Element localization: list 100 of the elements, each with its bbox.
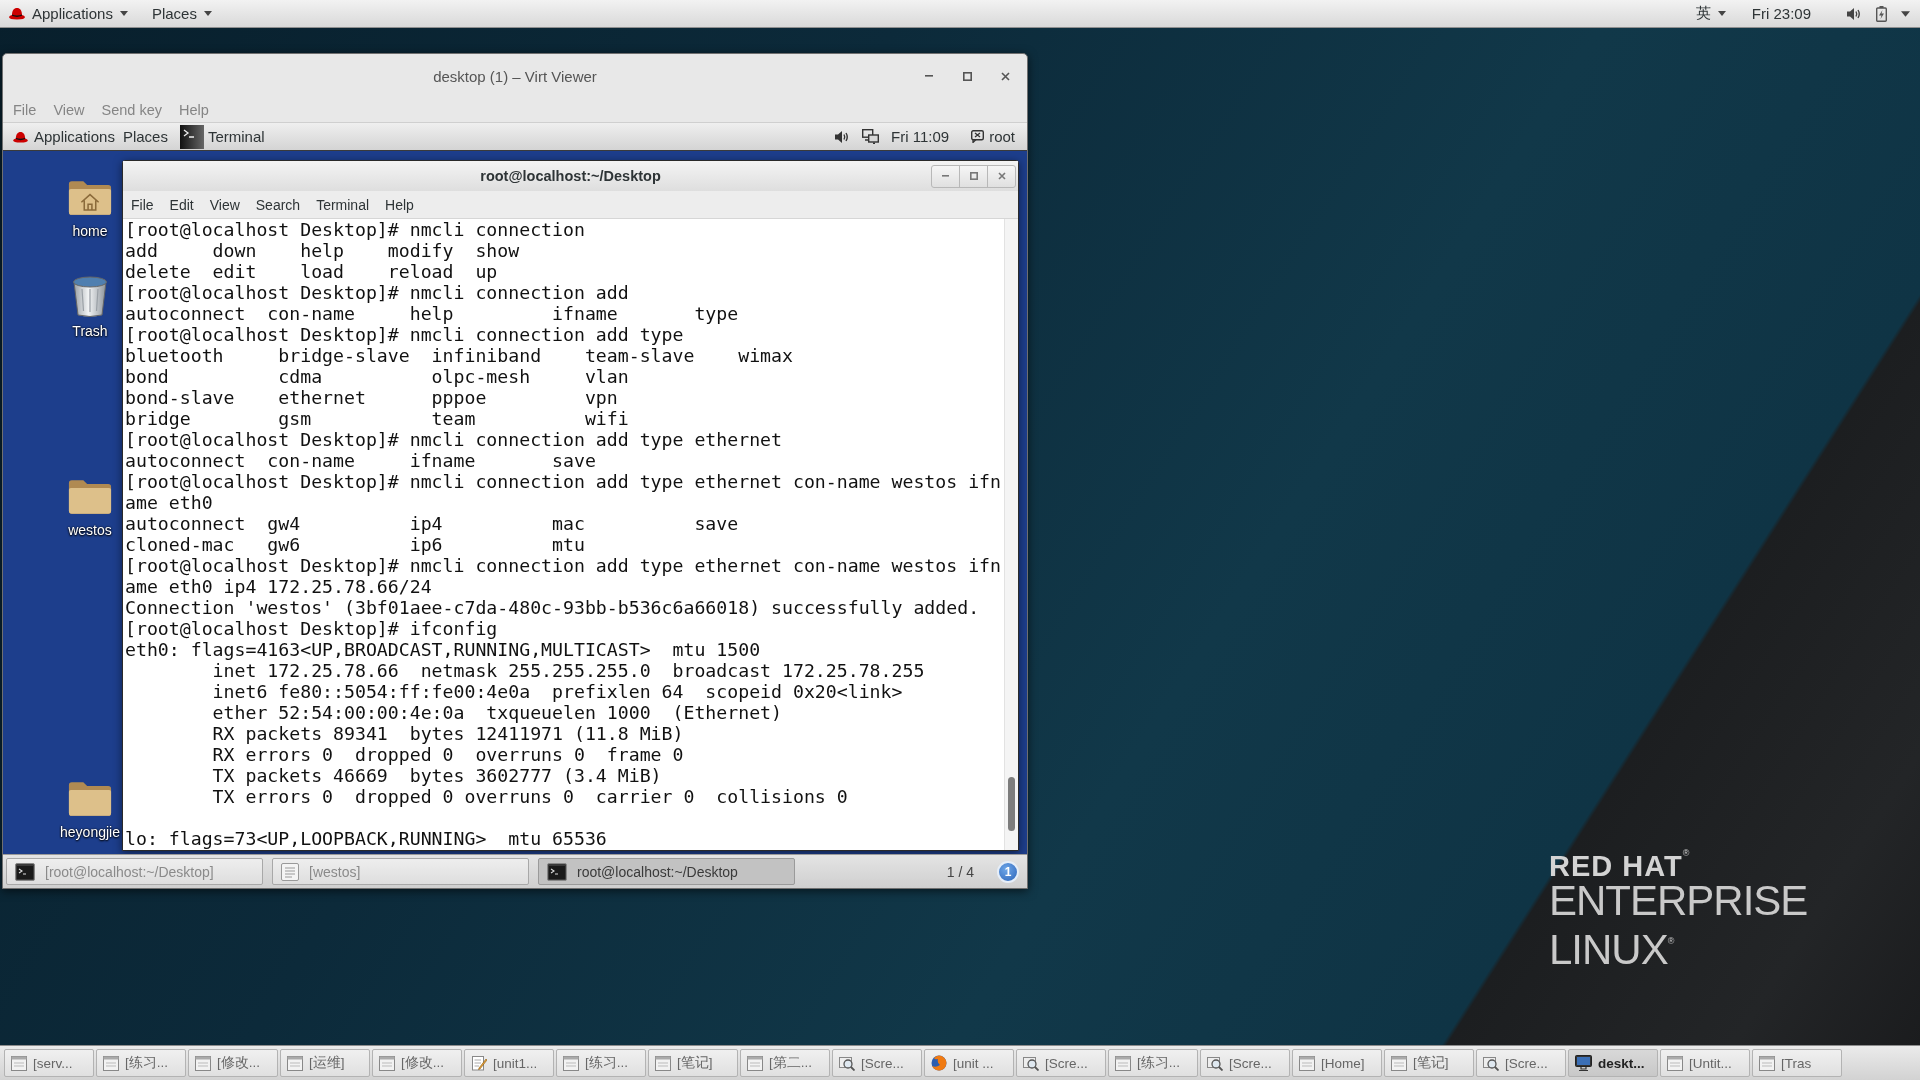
desktop-icon-label[interactable]: heyongjie	[59, 824, 121, 840]
taskbar-button[interactable]: [第二...	[740, 1049, 830, 1077]
user-menu[interactable]: root	[967, 123, 1019, 150]
window-icon	[379, 1055, 395, 1071]
magnifier-icon	[1023, 1055, 1039, 1071]
terminal-line: bluetooth bridge-slave infiniband team-slave wimax	[125, 345, 793, 366]
window-list-button[interactable]: root@localhost:~/Desktop	[538, 858, 795, 885]
places-menu[interactable]: Places	[147, 0, 216, 27]
document-icon	[281, 862, 299, 881]
hat-icon	[9, 7, 25, 20]
taskbar-button[interactable]: [练习...	[556, 1049, 646, 1077]
taskbar-button[interactable]: [Scre...	[1200, 1049, 1290, 1077]
desktop-icon-label[interactable]: westos	[67, 522, 113, 538]
taskbar-button[interactable]: [笔记]	[1384, 1049, 1474, 1077]
maximize-icon	[962, 71, 972, 81]
folder-icon[interactable]	[67, 477, 113, 516]
terminal-line: ether 52:54:00:00:4e:0a txqueuelen 1000 (Ethernet)	[211, 702, 782, 723]
desktop-icon-label[interactable]: Trash	[71, 323, 109, 339]
wordmark-text: ENTERPRISE	[1549, 881, 1808, 921]
terminal-line: [root@localhost Desktop]# nmcli connection add	[125, 282, 629, 303]
terminal-line: TX errors 0 dropped 0 overruns 0 carrier 0 collisions 0	[211, 786, 848, 807]
taskbar-button[interactable]: [Scre...	[832, 1049, 922, 1077]
taskbar-button[interactable]: [练习...	[1108, 1049, 1198, 1077]
desktop-icon-label[interactable]: home	[71, 223, 109, 239]
places-menu[interactable]: Places	[118, 123, 172, 150]
menu-item[interactable]: View	[52, 102, 86, 118]
caret-icon	[1717, 11, 1726, 16]
menu-item[interactable]: File	[131, 196, 154, 213]
menu-item[interactable]: Send key	[100, 102, 163, 118]
home-folder-icon[interactable]	[67, 178, 113, 217]
terminal-line: ame eth0	[125, 492, 213, 513]
input-method-menu[interactable]: 英	[1691, 0, 1730, 27]
terminal-line: RX packets 89341 bytes 12411971 (11.8 MiB)	[211, 723, 684, 744]
magnifier-icon	[839, 1055, 855, 1071]
applications-menu[interactable]: Applications	[9, 123, 119, 150]
workspace-indicator[interactable]: 1 / 4	[946, 863, 974, 880]
maximize-button[interactable]	[959, 164, 988, 188]
window-icon	[1759, 1055, 1775, 1071]
minimize-icon	[942, 175, 949, 177]
taskbar-button[interactable]: deskt...	[1568, 1049, 1658, 1077]
menu-item[interactable]: Edit	[169, 196, 194, 213]
menu-item[interactable]: View	[209, 196, 240, 213]
trash-icon[interactable]	[71, 275, 109, 317]
taskbar-button[interactable]: [Tras	[1752, 1049, 1842, 1077]
notification-count[interactable]: 1	[997, 860, 1019, 883]
message-icon	[971, 130, 985, 143]
taskbar-button[interactable]: [Scre...	[1476, 1049, 1566, 1077]
scrollbar[interactable]	[1008, 777, 1015, 831]
magnifier-icon	[1483, 1055, 1499, 1071]
taskbar-button[interactable]: [修改...	[372, 1049, 462, 1077]
network-icon[interactable]	[862, 129, 880, 144]
menu-item[interactable]: File	[12, 102, 38, 118]
window-icon	[195, 1055, 211, 1071]
terminal-line: RX errors 0 dropped 0 overruns 0 frame 0	[211, 744, 684, 765]
taskbar-button[interactable]: [unit1...	[464, 1049, 554, 1077]
taskbar-button[interactable]: [unit ...	[924, 1049, 1014, 1077]
terminal-line: [root@localhost Desktop]# ifconfig	[125, 618, 498, 639]
folder-icon[interactable]	[67, 779, 113, 818]
window-icon	[11, 1055, 27, 1071]
terminal-line: inet 172.25.78.66 netmask 255.255.255.0 broadcast 172.25.78.255	[211, 660, 925, 681]
caret-icon	[203, 11, 212, 16]
terminal-icon	[15, 862, 35, 881]
taskbar-button[interactable]: [serv...	[4, 1049, 94, 1077]
speaker-icon[interactable]	[1847, 6, 1862, 21]
taskbar-button[interactable]: [Scre...	[1016, 1049, 1106, 1077]
terminal-line: TX packets 46669 bytes 3602777 (3.4 MiB)	[211, 765, 662, 786]
terminal-line: add down help modify show	[125, 240, 520, 261]
taskbar-button[interactable]: [笔记]	[648, 1049, 738, 1077]
taskbar-button[interactable]: [Home]	[1292, 1049, 1382, 1077]
taskbar-button[interactable]: [练习...	[96, 1049, 186, 1077]
taskbar-button[interactable]: [Untit...	[1660, 1049, 1750, 1077]
notepad-icon	[471, 1055, 487, 1071]
clock-button[interactable]: Fri 23:09	[1747, 0, 1815, 27]
maximize-icon	[969, 172, 978, 180]
taskbar-button[interactable]: [运维]	[280, 1049, 370, 1077]
terminal-line: cloned-mac gw6 ip6 mtu	[125, 534, 585, 555]
applications-menu[interactable]: Applications	[5, 0, 132, 27]
magnifier-icon	[1207, 1055, 1223, 1071]
terminal-line: autoconnect con-name help ifname type	[125, 303, 739, 324]
window-list-button[interactable]: [root@localhost:~/Desktop]	[6, 858, 263, 885]
window-list-button[interactable]: [westos]	[272, 858, 529, 885]
window-icon	[563, 1055, 579, 1071]
speaker-icon[interactable]	[835, 129, 851, 144]
window-icon	[1391, 1055, 1407, 1071]
terminal-line: [root@localhost Desktop]# nmcli connection	[125, 219, 585, 240]
battery-icon[interactable]	[1876, 5, 1887, 22]
clock-button[interactable]: Fri 11:09	[887, 123, 954, 150]
app-menu-button[interactable]: Terminal	[179, 123, 271, 150]
menu-item[interactable]: Help	[178, 102, 210, 118]
menu-item[interactable]: Help	[385, 196, 414, 213]
taskbar-button[interactable]: [修改...	[188, 1049, 278, 1077]
terminal-icon	[179, 124, 204, 149]
window-icon	[287, 1055, 303, 1071]
caret-icon	[119, 11, 128, 16]
menu-item[interactable]: Search	[255, 196, 301, 213]
hat-icon	[13, 130, 28, 143]
caret-icon[interactable]	[1901, 10, 1910, 17]
window-title: desktop (1) – Virt Viewer	[433, 67, 597, 85]
terminal-line: inet6 fe80::5054:ff:fe00:4e0a prefixlen 64 scopeid 0x20<link>	[211, 681, 903, 702]
menu-item[interactable]: Terminal	[316, 196, 370, 213]
